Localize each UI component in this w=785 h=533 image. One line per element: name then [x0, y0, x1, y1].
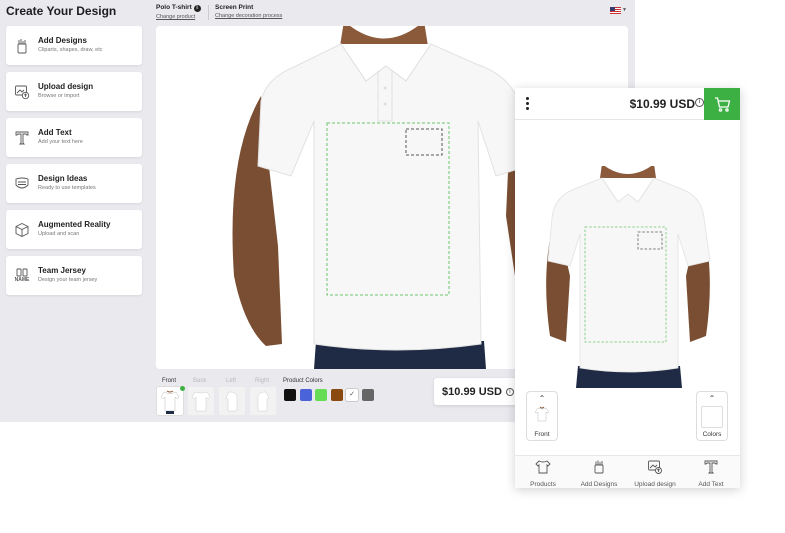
products-icon [535, 460, 551, 474]
tool-label: Design Ideas [38, 174, 88, 183]
tool-sublabel: Design your team jersey [38, 277, 98, 283]
active-view-indicator [180, 386, 185, 391]
mobile-topbar: $10.99 USD i [515, 88, 740, 120]
cart-icon [714, 96, 730, 112]
mobile-price: $10.99 USD [629, 97, 695, 111]
upload-design-icon [648, 460, 662, 474]
view-thumb-right[interactable] [250, 387, 276, 415]
print-name: Screen Print [215, 4, 254, 11]
view-label-right[interactable]: Right [255, 378, 269, 384]
product-name: Polo T-shirt [156, 4, 192, 11]
augmented-reality-icon [6, 210, 38, 249]
view-label-left[interactable]: Left [226, 378, 236, 384]
view-thumb-front[interactable] [157, 387, 183, 415]
tool-sublabel: Browse or import [38, 93, 80, 99]
text-icon [704, 460, 718, 474]
mobile-designer: $10.99 USD i ⌃ Front ⌃ Colors Products A… [515, 88, 740, 488]
view-thumb-left[interactable] [219, 387, 245, 415]
cart-button[interactable] [704, 88, 740, 120]
mobile-design-canvas[interactable] [544, 166, 713, 388]
tool-add-text[interactable]: Add Text Add your text here [6, 118, 142, 157]
info-icon[interactable]: i [505, 387, 514, 396]
header-divider [208, 5, 209, 20]
more-options-icon[interactable] [526, 97, 530, 111]
colors-label: Colors [702, 431, 722, 438]
price-display: $10.99 USD i [434, 378, 522, 405]
front-label: Front [534, 431, 550, 438]
upload-design-icon [6, 72, 38, 111]
selected-color-swatch [701, 406, 723, 428]
product-colors-label: Product Colors [283, 378, 323, 384]
chevron-down-icon[interactable]: ▼ [622, 7, 627, 13]
add-designs-icon [6, 26, 38, 65]
view-label-front[interactable]: Front [162, 378, 176, 384]
team-jersey-icon-text: NAME [14, 277, 30, 283]
nav-label: Add Text [698, 481, 724, 488]
change-product-link[interactable]: Change product [156, 14, 201, 20]
product-info-icon[interactable]: i [193, 5, 201, 12]
color-swatch[interactable] [361, 389, 374, 401]
tool-label: Team Jersey [38, 266, 86, 275]
tool-team-jersey[interactable]: NAME Team Jersey Design your team jersey [6, 256, 142, 295]
nav-label: Upload design [634, 481, 676, 488]
front-thumb [534, 406, 550, 422]
tool-sublabel: Cliparts, shapes, draw, etc [38, 47, 103, 53]
change-decoration-link[interactable]: Change decoration process [215, 13, 282, 19]
tool-label: Add Text [38, 128, 72, 137]
color-swatch[interactable] [315, 389, 327, 401]
color-swatch[interactable] [284, 389, 296, 401]
color-swatch[interactable] [330, 389, 343, 401]
view-thumb-back[interactable] [188, 387, 214, 415]
team-jersey-icon: NAME [6, 256, 38, 295]
nav-upload-design[interactable]: Upload design [627, 460, 683, 488]
us-flag-icon[interactable] [610, 7, 621, 14]
tool-add-designs[interactable]: Add Designs Cliparts, shapes, draw, etc [6, 26, 142, 65]
color-swatch[interactable] [299, 389, 312, 401]
tool-label: Upload design [38, 82, 94, 91]
nav-label: Products [530, 481, 556, 488]
tool-label: Augmented Reality [38, 220, 111, 229]
tool-upload-design[interactable]: Upload design Browse or import [6, 72, 142, 111]
tool-sublabel: Ready to use templates [38, 185, 96, 191]
product-selector: Polo T-shirt i Change product [156, 4, 201, 20]
info-icon[interactable]: i [695, 98, 704, 107]
design-ideas-icon [6, 164, 38, 203]
chevron-up-icon: ⌃ [538, 394, 546, 403]
color-swatch[interactable]: ✓ [346, 389, 358, 401]
sidebar-title: Create Your Design [6, 4, 117, 18]
tool-sublabel: Upload and scan [38, 231, 80, 237]
mobile-bottom-nav: Products Add Designs Upload design Add T… [515, 455, 740, 488]
tool-label: Add Designs [38, 36, 87, 45]
nav-products[interactable]: Products [515, 460, 571, 488]
polo-shirt-image [546, 166, 711, 388]
print-selector: Screen Print Change decoration process [215, 4, 282, 19]
add-designs-icon [594, 460, 604, 474]
view-label-back[interactable]: Back [193, 378, 206, 384]
text-icon [6, 118, 38, 157]
nav-add-text[interactable]: Add Text [683, 460, 739, 488]
tool-sublabel: Add your text here [38, 139, 83, 145]
tool-design-ideas[interactable]: Design Ideas Ready to use templates [6, 164, 142, 203]
chevron-up-icon: ⌃ [708, 394, 716, 403]
tool-augmented-reality[interactable]: Augmented Reality Upload and scan [6, 210, 142, 249]
nav-add-designs[interactable]: Add Designs [571, 460, 627, 488]
nav-label: Add Designs [580, 481, 618, 488]
colors-button[interactable]: ⌃ Colors [697, 392, 727, 440]
price-amount: $10.99 USD [442, 385, 502, 398]
front-view-button[interactable]: ⌃ Front [527, 392, 557, 440]
